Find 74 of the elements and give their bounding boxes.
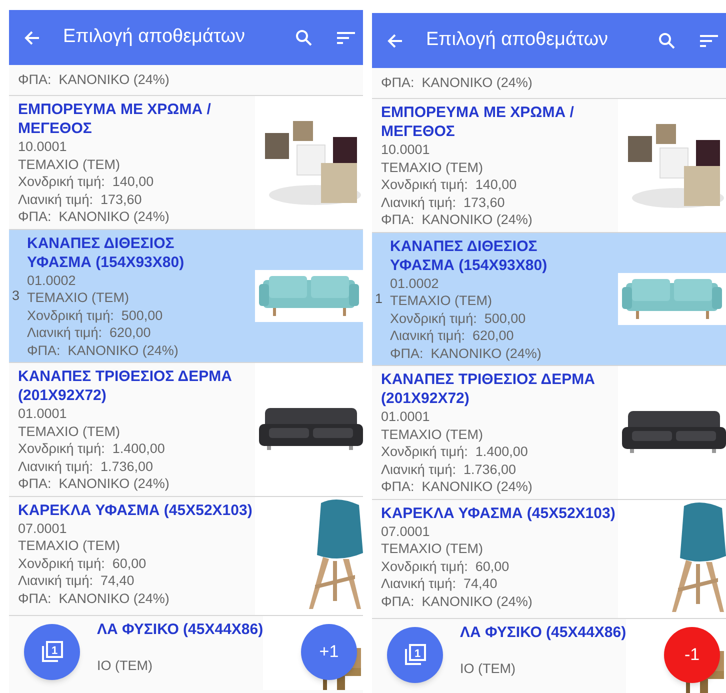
product-code: 01.0002	[27, 272, 77, 289]
wholesale-price: Χονδρική τιμή: 140,00	[18, 173, 155, 190]
vat-text: ΦΠΑ: ΚΑΝΟΝΙΚΟ (24%)	[390, 344, 542, 362]
product-code: 07.0001	[18, 520, 68, 537]
retail-price: Λιανική τιμή: 1.736,00	[381, 460, 517, 478]
product-title: ΛΑ ΦΥΣΙΚΟ (45X44X86)	[96, 620, 264, 638]
product-row[interactable]: ΚΑΡΕΚΛΑ ΥΦΑΣΜΑ (45X52X103) 07.0001 ΤΕΜΑΧΙΟ (ΤΕΜ) Χονδρική τιμή: 60,00 Λιανική τιμή: 74,40 ΦΠΑ: ΚΑΝΟΝΙΚΟ (24%)	[372, 500, 726, 618]
vat-text: ΦΠΑ: ΚΑΝΟΝΙΚΟ (24%)	[381, 592, 534, 610]
unit-text: ΤΕΜΑΧΙΟ (ΤΕΜ)	[381, 158, 484, 176]
product-row[interactable]: ΚΑΝΑΠΕΣ ΤΡΙΘΕΣΙΟΣ ΔΕΡΜΑ (201X92X72) 01.0001 ΤΕΜΑΧΙΟ (ΤΕΜ) Χονδρική τιμή: 1.400,00 Λιανική τιμή: 1.736,00 ΦΠΑ: ΚΑΝΟΝΙΚΟ (24%)	[9, 363, 363, 496]
retail-price: Λιανική τιμή: 173,60	[18, 190, 143, 208]
retail-price: Λιανική τιμή: 74,40	[381, 575, 498, 592]
product-code: 01.0002	[390, 274, 440, 292]
product-title: ΕΜΠΟΡΕΥΜΑ ΜΕ ΧΡΩΜΑ / ΜΕΓΕΘΟΣ	[381, 103, 575, 141]
product-title: ΛΑ ΦΥΣΙΚΟ (45X44X86)	[459, 622, 626, 642]
sort-icon[interactable]	[337, 30, 355, 44]
retail-price: Λιανική τιμή: 173,60	[381, 194, 506, 211]
product-row[interactable]: ΚΑΝΑΠΕΣ ΤΡΙΘΕΣΙΟΣ ΔΕΡΜΑ (201X92X72) 01.0001 ΤΕΜΑΧΙΟ (ΤΕΜ) Χονδρική τιμή: 1.400,00 Λιανική τιμή: 1.736,00 ΦΠΑ: ΚΑΝΟΝΙΚΟ (24%)	[372, 366, 726, 500]
quantity-text: 3	[12, 287, 21, 306]
unit-text: ΤΕΜΑΧΙΟ (ΤΕΜ)	[18, 422, 121, 440]
back-icon[interactable]	[386, 32, 404, 50]
vat-text: ΦΠΑ: ΚΑΝΟΝΙΚΟ (24%)	[18, 590, 170, 607]
wholesale-price: Χονδρική τιμή: 60,00	[381, 558, 510, 575]
screen-title: Επιλογή αποθεμάτων	[426, 28, 608, 52]
product-row[interactable]: 3 ΚΑΝΑΠΕΣ ΔΙΘΕΣΙΟΣ ΥΦΑΣΜΑ (154X93X80) 01.0002 ΤΕΜΑΧΙΟ (ΤΕΜ) Χονδρική τιμή: 500,00 Λιανική τιμή: 620,00 ΦΠΑ: ΚΑΝΟΝΙΚΟ (24%)	[9, 230, 363, 363]
product-row[interactable]: ΕΜΠΟΡΕΥΜΑ ΜΕ ΧΡΩΜΑ / ΜΕΓΕΘΟΣ 10.0001 ΤΕΜΑΧΙΟ (ΤΕΜ) Χονδρική τιμή: 140,00 Λιανική τιμή: 173,60 ΦΠΑ: ΚΑΝΟΝΙΚΟ (24%)	[372, 99, 726, 232]
wholesale-price: Χονδρική τιμή: 500,00	[390, 310, 527, 327]
product-title: ΚΑΡΕΚΛΑ ΥΦΑΣΜΑ (45X52X103)	[381, 504, 616, 522]
quantity-text: 1	[375, 290, 384, 308]
unit-text: ΤΕΜΑΧΙΟ (ΤΕΜ)	[27, 289, 130, 306]
vat-text: ΦΠΑ: ΚΑΝΟΝΙΚΟ (24%)	[27, 342, 180, 359]
retail-price: Λιανική τιμή: 74,40	[18, 572, 136, 590]
product-row[interactable]: 1 ΚΑΝΑΠΕΣ ΔΙΘΕΣΙΟΣ ΥΦΑΣΜΑ (154X93X80) 01.0002 ΤΕΜΑΧΙΟ (ΤΕΜ) Χονδρική τιμή: 500,00 Λιανική τιμή: 620,00 ΦΠΑ: ΚΑΝΟΝΙΚΟ (24%)	[372, 232, 726, 366]
vat-text: ΦΠΑ: ΚΑΝΟΝΙΚΟ (24%)	[18, 72, 170, 87]
unit-text: ΤΕΜΑΧΙΟ (ΤΕΜ)	[390, 292, 493, 310]
vat-text: ΦΠΑ: ΚΑΝΟΝΙΚΟ (24%)	[18, 475, 170, 492]
wholesale-price: Χονδρική τιμή: 1.400,00	[18, 440, 166, 458]
product-row[interactable]: ΕΜΠΟΡΕΥΜΑ ΜΕ ΧΡΩΜΑ / ΜΕΓΕΘΟΣ 10.0001 ΤΕΜΑΧΙΟ (ΤΕΜ) Χονδρική τιμή: 140,00 Λιανική τιμή: 173,60 ΦΠΑ: ΚΑΝΟΝΙΚΟ (24%)	[9, 96, 363, 230]
search-icon[interactable]	[658, 32, 676, 50]
retail-price: Λιανική τιμή: 620,00	[27, 324, 152, 342]
retail-price: Λιανική τιμή: 620,00	[390, 327, 515, 344]
product-row[interactable]: ΚΑΡΕΚΛΑ ΥΦΑΣΜΑ (45X52X103) 07.0001 ΤΕΜΑΧΙΟ (ΤΕΜ) Χονδρική τιμή: 60,00 Λιανική τιμή: 74,40 ΦΠΑ: ΚΑΝΟΝΙΚΟ (24%)	[9, 496, 363, 616]
unit-text: ΤΕΜΑΧΙΟ (ΤΕΜ)	[18, 537, 121, 554]
unit-text: ΤΕΜΑΧΙΟ (ΤΕΜ)	[18, 156, 121, 173]
product-code: 01.0001	[18, 405, 68, 422]
unit-text: ΤΕΜΑΧΙΟ (ΤΕΜ)	[381, 426, 484, 443]
unit-text: ΙΟ (ΤΕΜ)	[96, 656, 154, 674]
wholesale-price: Χονδρική τιμή: 1.400,00	[381, 443, 529, 460]
sort-icon[interactable]	[700, 34, 718, 48]
vat-text: ΦΠΑ: ΚΑΝΟΝΙΚΟ (24%)	[381, 75, 532, 90]
unit-text: ΤΕΜΑΧΙΟ (ΤΕΜ)	[381, 540, 484, 558]
wholesale-price: Χονδρική τιμή: 60,00	[18, 554, 148, 572]
product-title: ΚΑΝΑΠΕΣ ΤΡΙΘΕΣΙΟΣ ΔΕΡΜΑ (201X92X72)	[381, 370, 596, 408]
product-title: ΚΑΝΑΠΕΣ ΔΙΘΕΣΙΟΣ ΥΦΑΣΜΑ (154X93X80)	[27, 234, 186, 272]
product-code: 07.0001	[381, 522, 431, 540]
wholesale-price: Χονδρική τιμή: 140,00	[381, 176, 518, 194]
product-code: 10.0001	[381, 141, 431, 158]
unit-text: ΙΟ (ΤΕΜ)	[459, 660, 516, 677]
search-icon[interactable]	[295, 28, 313, 46]
vat-text: ΦΠΑ: ΚΑΝΟΝΙΚΟ (24%)	[18, 208, 170, 226]
retail-price: Λιανική τιμή: 1.736,00	[18, 458, 154, 475]
pages-button[interactable]: 1	[24, 624, 80, 680]
wholesale-price: Χονδρική τιμή: 500,00	[27, 306, 164, 324]
vat-text: ΦΠΑ: ΚΑΝΟΝΙΚΟ (24%)	[381, 478, 534, 496]
back-icon[interactable]	[23, 28, 41, 46]
pages-button[interactable]: 1	[387, 627, 443, 683]
product-code: 10.0001	[18, 138, 68, 156]
screen-title: Επιλογή αποθεμάτων	[63, 25, 246, 50]
product-title: ΕΜΠΟΡΕΥΜΑ ΜΕ ΧΡΩΜΑ / ΜΕΓΕΘΟΣ	[18, 100, 212, 138]
product-title: ΚΑΝΑΠΕΣ ΔΙΘΕΣΙΟΣ ΥΦΑΣΜΑ (154X93X80)	[390, 236, 548, 274]
product-code: 01.0001	[381, 408, 431, 426]
product-title: ΚΑΝΑΠΕΣ ΤΡΙΘΕΣΙΟΣ ΔΕΡΜΑ (201X92X72)	[18, 367, 233, 405]
product-title: ΚΑΡΕΚΛΑ ΥΦΑΣΜΑ (45X52X103)	[18, 500, 252, 520]
vat-text: ΦΠΑ: ΚΑΝΟΝΙΚΟ (24%)	[381, 211, 534, 228]
